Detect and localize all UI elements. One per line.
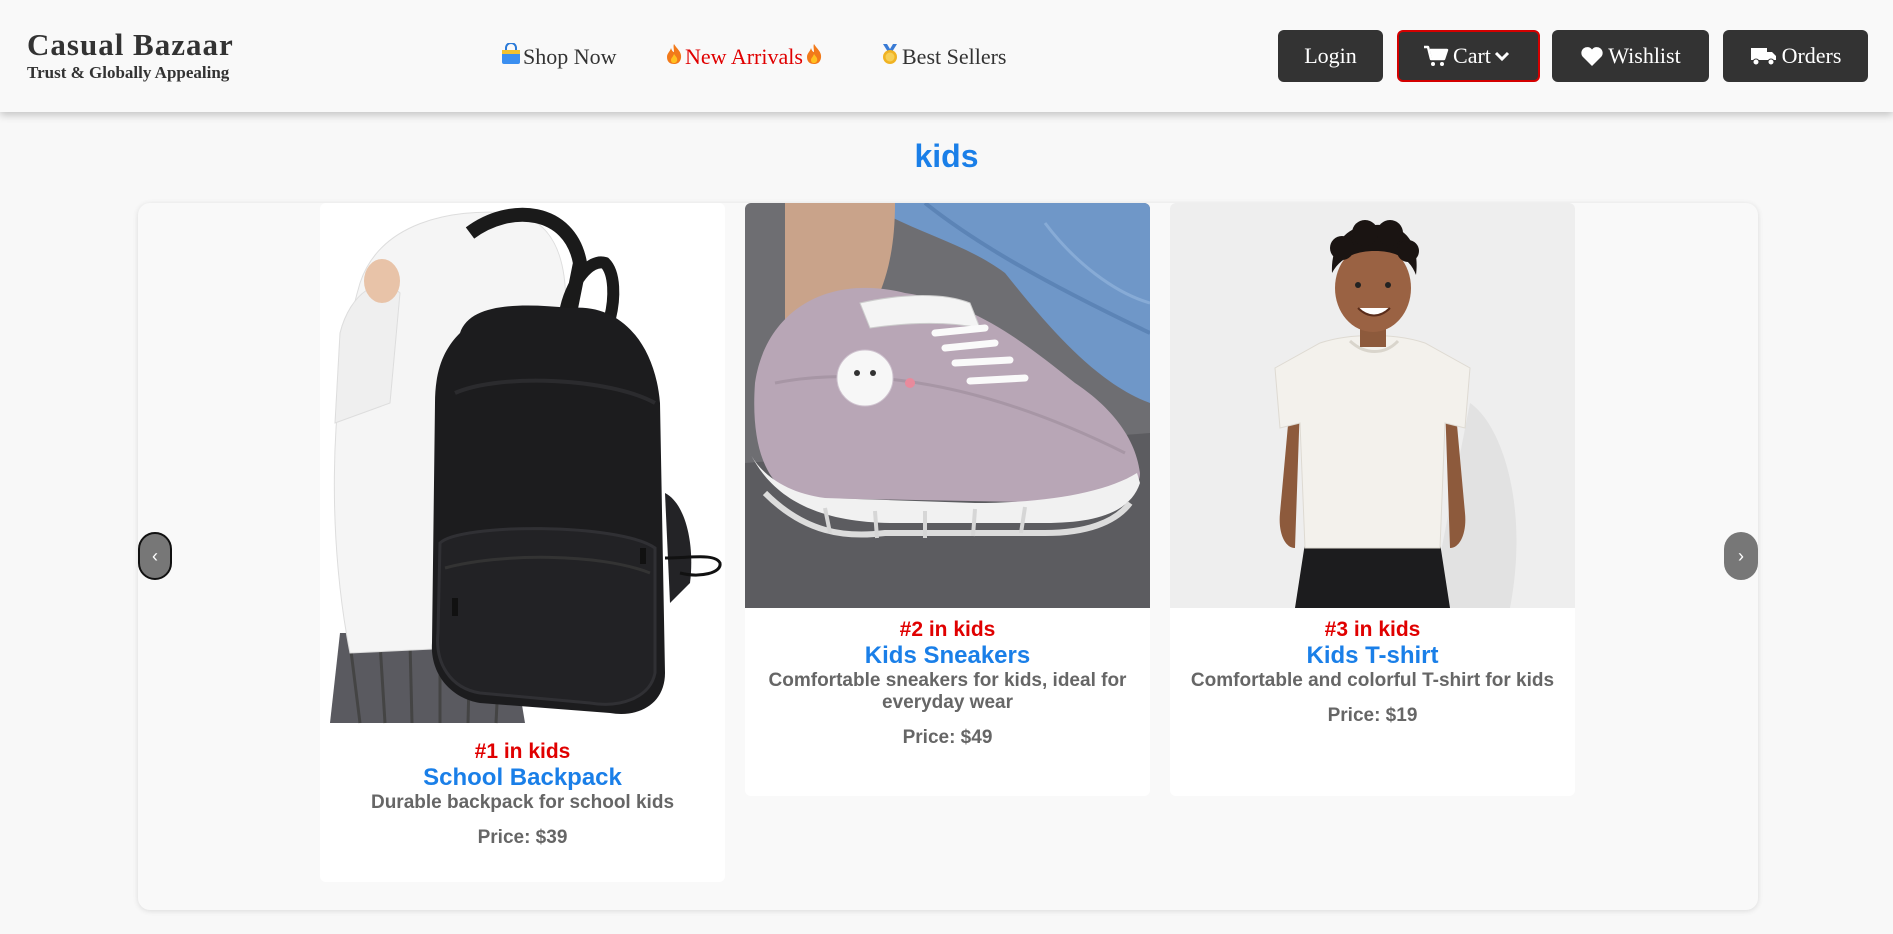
fire-icon: [805, 43, 823, 71]
nav-new-arrivals-label: New Arrivals: [685, 44, 803, 69]
heart-icon: [1581, 46, 1603, 66]
site-header: Casual Bazaar Trust & Globally Appealing…: [0, 0, 1893, 112]
carousel-next-button[interactable]: ›: [1724, 532, 1758, 580]
cart-button-label: Cart: [1453, 43, 1491, 68]
medal-icon: [880, 43, 900, 71]
orders-button-label: Orders: [1781, 43, 1842, 68]
product-price: Price: $19: [1327, 705, 1418, 726]
product-price: Price: $49: [902, 727, 993, 748]
login-button[interactable]: Login: [1278, 30, 1383, 82]
brand[interactable]: Casual Bazaar Trust & Globally Appealing: [27, 28, 234, 83]
nav-best-sellers[interactable]: Best Sellers: [878, 43, 1007, 71]
product-card[interactable]: #3 in kids Kids T-shirt Comfortable and …: [1170, 203, 1575, 796]
product-name[interactable]: Kids T-shirt: [1170, 642, 1575, 670]
brand-tagline: Trust & Globally Appealing: [27, 63, 230, 82]
wishlist-button-label: Wishlist: [1608, 43, 1681, 68]
product-rank: #1 in kids: [474, 740, 571, 763]
product-image-tshirt[interactable]: [1170, 203, 1575, 608]
product-rank: #3 in kids: [1324, 618, 1421, 641]
brand-name[interactable]: Casual Bazaar: [27, 28, 234, 62]
section-title: kids: [914, 138, 979, 174]
product-rank: #2 in kids: [899, 618, 996, 641]
product-description: Durable backpack for school kids: [370, 792, 675, 813]
product-carousel: ‹ #1 in kids School Backpack Durable bac…: [138, 203, 1758, 910]
truck-icon: [1750, 48, 1776, 66]
product-image-sneakers[interactable]: [745, 203, 1150, 608]
carousel-prev-button[interactable]: ‹: [138, 532, 172, 580]
nav-best-sellers-label: Best Sellers: [902, 44, 1007, 69]
login-button-label: Login: [1304, 43, 1357, 68]
chevron-down-icon: [1494, 51, 1509, 62]
product-description: Comfortable sneakers for kids, ideal for…: [768, 670, 1127, 713]
cart-button[interactable]: Cart: [1397, 30, 1540, 82]
shopping-cart-icon: [1424, 45, 1449, 66]
nav-shop-now[interactable]: Shop Now: [499, 42, 617, 71]
product-description: Comfortable and colorful T-shirt for kid…: [1190, 670, 1555, 691]
nav-new-arrivals[interactable]: New Arrivals: [663, 43, 825, 71]
product-price: Price: $39: [477, 827, 568, 848]
product-name[interactable]: Kids Sneakers: [745, 642, 1150, 670]
shopping-bag-icon: [501, 42, 521, 71]
product-card[interactable]: #1 in kids School Backpack Durable backp…: [320, 203, 725, 882]
wishlist-button[interactable]: Wishlist: [1552, 30, 1709, 82]
product-name[interactable]: School Backpack: [320, 764, 725, 792]
nav-shop-now-label: Shop Now: [523, 44, 617, 69]
product-image-backpack[interactable]: [320, 203, 725, 730]
fire-icon: [665, 43, 683, 71]
product-card[interactable]: #2 in kids Kids Sneakers Comfortable sne…: [745, 203, 1150, 796]
orders-button[interactable]: Orders: [1723, 30, 1868, 82]
